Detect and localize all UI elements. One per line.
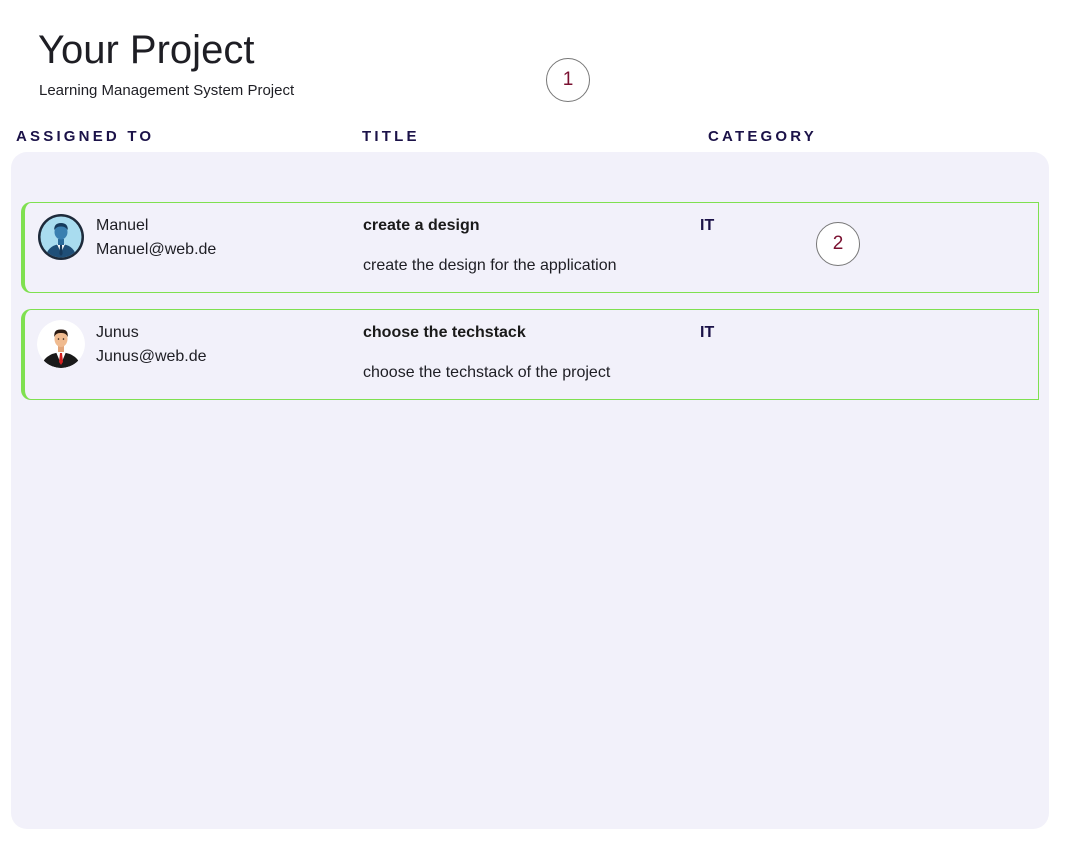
task-title: create a design (363, 217, 480, 234)
businessman-blue-avatar-icon (37, 213, 85, 261)
businessman-red-tie-avatar-icon (37, 320, 85, 368)
task-category: IT (700, 324, 715, 341)
column-header-assigned-to: ASSIGNED TO (16, 128, 155, 145)
step-marker-2: 2 (816, 222, 860, 266)
column-header-title: TITLE (362, 128, 420, 145)
task-description: create the design for the application (363, 257, 617, 274)
task-row[interactable]: Manuel Manuel@web.de create a design cre… (21, 202, 1039, 293)
task-row[interactable]: Junus Junus@web.de choose the techstack … (21, 309, 1039, 400)
column-header-category: CATEGORY (708, 128, 817, 145)
page-subtitle: Learning Management System Project (39, 82, 295, 99)
assignee-email: Manuel@web.de (96, 241, 217, 258)
task-category: IT (700, 217, 715, 234)
assignee-name: Junus (96, 324, 139, 341)
assignee-name: Manuel (96, 217, 149, 234)
assignee-email: Junus@web.de (96, 348, 207, 365)
step-marker-1: 1 (546, 58, 590, 102)
project-page: Your Project Learning Management System … (0, 0, 1069, 859)
task-title: choose the techstack (363, 324, 526, 341)
page-title: Your Project (38, 28, 255, 72)
task-description: choose the techstack of the project (363, 364, 611, 381)
